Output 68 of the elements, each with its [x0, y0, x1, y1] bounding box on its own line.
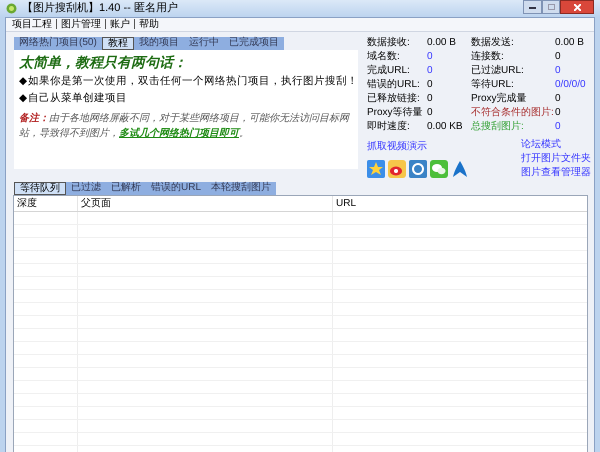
stat-label: 错误的URL: [367, 78, 421, 90]
stat-value: 0.00 KB [427, 120, 464, 132]
column-header[interactable]: 父页面 [78, 196, 333, 210]
stat-value: 0 [427, 50, 434, 62]
close-button[interactable] [560, 0, 594, 14]
bullet-text: 如果你是第一次使用，双击任何一个网络热门项目，执行图片搜刮！ [28, 74, 358, 88]
stat-label: Proxy完成量 [471, 92, 528, 104]
stat-value: 0 [427, 106, 434, 118]
app-icon [6, 2, 17, 14]
stat-value: 0 [555, 106, 562, 118]
stat-label: Proxy等待量 [367, 106, 424, 118]
window-title: 【图片搜刮机】1.40 -- 匿名用户 [22, 0, 178, 16]
stat-value: 0 [555, 50, 562, 62]
video-demo-link[interactable]: 抓取视频演示 [367, 138, 469, 154]
stat-label: 连接数: [471, 50, 505, 62]
stat-label: 即时速度: [367, 120, 411, 132]
stat-value: 0.00 B [427, 36, 457, 48]
stat-label: 完成URL: [367, 64, 411, 76]
bullet-marker: ◆ [19, 74, 27, 88]
stat-value: 0.00 B [555, 36, 585, 48]
note-link[interactable]: 多试几个网络热门项目即可 [119, 128, 239, 138]
side-link[interactable]: 打开图片文件夹 [521, 152, 591, 164]
bullet-marker: ◆ [19, 90, 27, 106]
stat-value: 0 [555, 64, 562, 76]
tab[interactable]: 运行中 [184, 36, 224, 50]
tab[interactable]: 已解析 [106, 182, 146, 194]
close-icon [574, 4, 580, 10]
stat-value: 0 [555, 120, 562, 132]
p-app-icon[interactable] [409, 160, 427, 178]
column-header[interactable]: URL [333, 196, 587, 210]
stat-label: 总搜刮图片: [471, 120, 525, 132]
tab[interactable]: 本轮搜刮图片 [206, 182, 276, 194]
stat-label: 已释放链接: [367, 92, 421, 104]
minimize-icon [529, 6, 536, 8]
menu-item[interactable]: 帮助 [139, 16, 159, 32]
stat-label: 等待URL: [471, 78, 515, 90]
stat-value: 0 [427, 78, 434, 90]
side-link[interactable]: 论坛模式 [521, 138, 561, 150]
tutorial-heading: 太简单，教程只有两句话： [19, 54, 188, 72]
tab[interactable]: 已过滤 [66, 182, 106, 194]
menu-item[interactable]: 项目工程 [12, 16, 52, 32]
stat-value: 0/0/0/0 [555, 78, 587, 90]
tab[interactable]: 已完成项目 [224, 36, 284, 50]
stat-label: 数据发送: [471, 36, 515, 48]
stat-label: 不符合条件的图片: [471, 106, 555, 118]
star-app-icon[interactable] [367, 160, 385, 178]
tab[interactable]: 教程 [102, 36, 134, 50]
column-header[interactable]: 深度 [14, 196, 78, 210]
sail-app-icon[interactable] [451, 160, 469, 178]
menu-item[interactable]: 账户 [110, 16, 130, 32]
stat-label: 数据接收: [367, 36, 411, 48]
eye-app-icon[interactable] [388, 160, 406, 178]
tab[interactable]: 我的项目 [134, 36, 184, 50]
bullet-text: 自己从菜单创建项目 [28, 90, 127, 106]
tab[interactable]: 错误的URL [146, 182, 206, 194]
maximize-icon [548, 4, 554, 10]
stat-value: 0 [427, 64, 434, 76]
stat-value: 0 [427, 92, 434, 104]
tab[interactable]: 网络热门项目(50) [14, 36, 102, 50]
chat-app-icon[interactable] [430, 160, 448, 178]
stat-label: 域名数: [367, 50, 401, 62]
minimize-button[interactable] [523, 0, 542, 14]
stat-label: 已过滤URL: [471, 64, 525, 76]
stat-value: 0 [555, 92, 562, 104]
side-link[interactable]: 图片查看管理器 [521, 166, 591, 178]
note-text: 备注：由于各地网络屏蔽不同，对于某些网络项目，可能你无法访问目标网站，导致得不到图片，多试几个网络热门项目即可。 [19, 111, 351, 140]
menu-item[interactable]: 图片管理 [61, 16, 101, 32]
tab[interactable]: 等待队列 [14, 182, 66, 194]
